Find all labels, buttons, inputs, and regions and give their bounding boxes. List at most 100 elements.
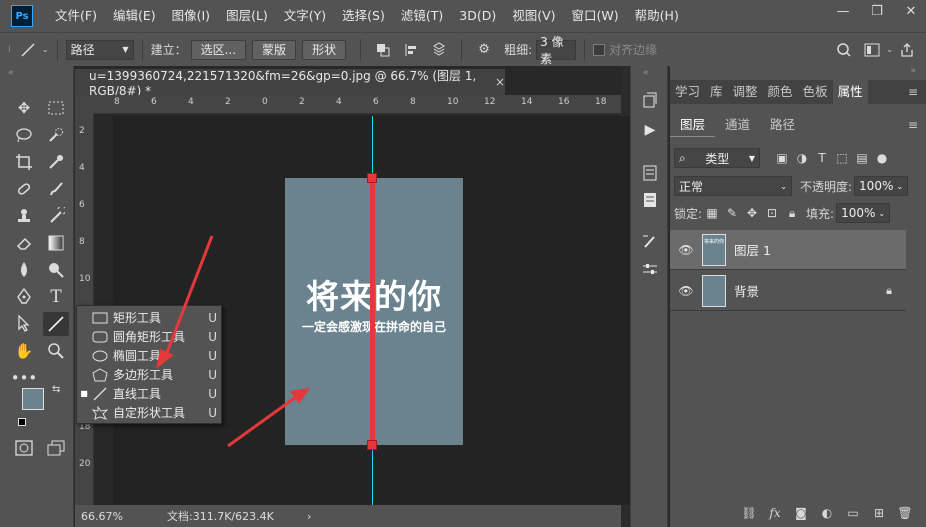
flyout-item-ellipse[interactable]: 椭圆工具 U	[77, 346, 223, 365]
lock-transparent-icon[interactable]: ▦	[702, 206, 722, 220]
lasso-tool-icon[interactable]	[11, 123, 37, 147]
eraser-tool-icon[interactable]	[11, 231, 37, 255]
tab-properties[interactable]: 属性	[832, 80, 868, 104]
zoom-level[interactable]: 66.67%	[81, 510, 151, 523]
filter-toggle-icon[interactable]: ●	[872, 151, 892, 165]
status-menu-icon[interactable]: ›	[307, 510, 311, 523]
quick-selection-tool-icon[interactable]	[43, 123, 69, 147]
swap-colors-icon[interactable]: ⇆	[52, 384, 60, 395]
path-arrangement-icon[interactable]	[428, 39, 450, 61]
make-selection-button[interactable]: 选区...	[190, 39, 247, 60]
lock-image-icon[interactable]: ✎	[722, 206, 742, 220]
line-end-handle[interactable]	[367, 440, 377, 450]
filter-type-icon[interactable]: T	[812, 151, 832, 165]
quick-mask-icon[interactable]	[11, 436, 37, 460]
filter-smart-object-icon[interactable]: ▤	[852, 151, 872, 165]
menu-type[interactable]: 文字(Y)	[276, 0, 334, 32]
collapse-icon[interactable]: «	[8, 68, 14, 78]
filter-pixel-icon[interactable]: ▣	[772, 151, 792, 165]
menu-help[interactable]: 帮助(H)	[627, 0, 687, 32]
tab-paths[interactable]: 路径	[760, 113, 805, 137]
path-alignment-icon[interactable]	[400, 39, 422, 61]
zoom-tool-icon[interactable]	[43, 339, 69, 363]
gear-icon[interactable]: ⚙	[473, 39, 495, 61]
drawn-line-shape[interactable]	[370, 178, 375, 445]
history-panel-icon[interactable]	[638, 88, 662, 112]
layer-row-layer1[interactable]: 👁︎ 将来的你 图层 1	[670, 230, 906, 270]
close-icon[interactable]: ×	[495, 75, 505, 89]
panel-menu-icon[interactable]: ≡	[908, 85, 918, 99]
layer-name[interactable]: 背景	[734, 281, 886, 300]
type-tool-icon[interactable]: T	[43, 285, 69, 309]
menu-edit[interactable]: 编辑(E)	[105, 0, 164, 32]
delete-layer-icon[interactable]: 🗑︎	[892, 506, 918, 520]
tab-libraries[interactable]: 库	[705, 80, 728, 104]
collapse-icon[interactable]: «	[643, 68, 649, 78]
workspace-icon[interactable]	[861, 39, 883, 61]
tab-swatches[interactable]: 色板	[798, 80, 833, 104]
line-tool-preset-icon[interactable]	[17, 39, 39, 61]
path-operations-icon[interactable]	[372, 39, 394, 61]
gradient-tool-icon[interactable]	[43, 231, 69, 255]
filter-shape-icon[interactable]: ⬚	[832, 151, 852, 165]
tab-learn[interactable]: 学习	[670, 80, 705, 104]
opacity-input[interactable]: 100% ⌄	[854, 176, 909, 196]
menu-window[interactable]: 窗口(W)	[564, 0, 627, 32]
notes-panel-icon[interactable]	[638, 188, 662, 212]
brush-settings-icon[interactable]	[638, 229, 662, 253]
layer-filter-select[interactable]: ⌕ 类型 ▼	[674, 148, 760, 168]
filter-adjustment-icon[interactable]: ◑	[792, 151, 812, 165]
healing-brush-icon[interactable]	[11, 177, 37, 201]
chevron-down-icon[interactable]: ⌄	[42, 45, 49, 54]
crop-tool-icon[interactable]	[11, 150, 37, 174]
flyout-item-polygon[interactable]: 多边形工具 U	[77, 365, 223, 384]
flyout-item-rounded-rectangle[interactable]: 圆角矩形工具 U	[77, 327, 223, 346]
panel-menu-icon[interactable]: ≡	[908, 118, 918, 132]
chevron-down-icon[interactable]: ⌄	[886, 45, 893, 54]
collapse-icon[interactable]: »	[910, 66, 916, 76]
adjustments-sliders-icon[interactable]	[638, 257, 662, 281]
tab-layers[interactable]: 图层	[670, 113, 716, 137]
line-tool-icon[interactable]	[43, 312, 69, 336]
move-tool-icon[interactable]: ✥	[11, 96, 37, 120]
blend-mode-select[interactable]: 正常 ⌄	[674, 176, 792, 196]
menu-filter[interactable]: 滤镜(T)	[393, 0, 451, 32]
minimize-button[interactable]: —	[828, 0, 858, 22]
actions-play-icon[interactable]: ▶	[638, 118, 662, 142]
eye-icon[interactable]: 👁︎	[670, 243, 702, 257]
eye-icon[interactable]: 👁︎	[670, 284, 702, 298]
more-tools-icon[interactable]: •••	[11, 366, 38, 390]
add-mask-icon[interactable]: ◙	[788, 506, 814, 520]
properties-panel-icon[interactable]	[638, 161, 662, 185]
pen-tool-icon[interactable]	[11, 285, 37, 309]
weight-input[interactable]: 3 像素	[536, 35, 577, 66]
menu-image[interactable]: 图像(I)	[164, 0, 218, 32]
menu-file[interactable]: 文件(F)	[47, 0, 105, 32]
tab-color[interactable]: 颜色	[763, 80, 798, 104]
new-group-icon[interactable]: ▭	[840, 506, 866, 520]
hand-tool-icon[interactable]: ✋	[11, 339, 37, 363]
menu-layer[interactable]: 图层(L)	[218, 0, 276, 32]
lock-all-icon[interactable]: 🔒︎	[782, 206, 802, 221]
path-selection-icon[interactable]	[11, 312, 37, 336]
brush-tool-icon[interactable]	[43, 177, 69, 201]
eyedropper-tool-icon[interactable]	[43, 150, 69, 174]
flyout-item-rectangle[interactable]: 矩形工具 U	[77, 308, 223, 327]
clone-stamp-icon[interactable]	[11, 204, 37, 228]
adjustment-layer-icon[interactable]: ◐	[814, 506, 840, 520]
menu-3d[interactable]: 3D(D)	[451, 0, 504, 32]
new-layer-icon[interactable]: ⊞	[866, 506, 892, 520]
make-shape-button[interactable]: 形状	[302, 39, 347, 60]
photoshop-logo[interactable]: Ps	[11, 5, 33, 27]
layer-name[interactable]: 图层 1	[734, 240, 906, 259]
make-mask-button[interactable]: 蒙版	[252, 39, 297, 60]
close-button[interactable]: ✕	[896, 0, 926, 22]
mode-select[interactable]: 路径 ▼	[65, 39, 134, 60]
history-brush-icon[interactable]	[43, 204, 69, 228]
tab-adjustments[interactable]: 调整	[728, 80, 763, 104]
marquee-tool-icon[interactable]	[43, 96, 69, 120]
ruler-horizontal[interactable]: 8 6 4 2 0 2 4 6 8 10 12 14 16 18	[94, 95, 621, 114]
link-layers-icon[interactable]: ⛓	[736, 506, 762, 520]
default-colors-icon[interactable]	[18, 418, 26, 426]
fill-input[interactable]: 100% ⌄	[836, 203, 891, 223]
